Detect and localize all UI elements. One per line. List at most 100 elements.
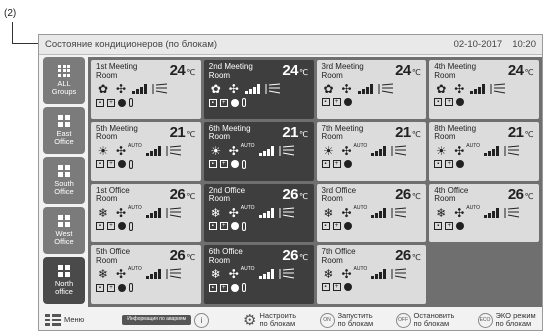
- temperature-value: 26: [282, 185, 299, 203]
- unit-tile[interactable]: 2nd Office Room 26℃ ❄ ✣ AUTO ▪ +: [203, 183, 314, 243]
- eco-icon: ECO: [477, 312, 493, 328]
- grid-icon: [58, 214, 70, 227]
- unit-tile[interactable]: 1st Meeting Room 24℃ ✿ ✣ ▪ +: [91, 60, 201, 119]
- power-on-icon: ON: [319, 312, 335, 328]
- unit-tile[interactable]: 5th Meeting Room 21℃ ☀ ✣ AUTO ▪ +: [91, 121, 201, 181]
- sidebar-item-east-office[interactable]: East Office: [43, 107, 85, 154]
- temperature-value: 26: [507, 185, 524, 203]
- status-dot-icon: [343, 221, 352, 230]
- unit-indicator-row: ▪ +: [434, 98, 465, 106]
- louver-direction-icon: [490, 83, 506, 94]
- unit-status-row: ✿ ✣: [96, 83, 169, 95]
- temperature-unit: ℃: [411, 68, 421, 77]
- unit-indicator-row: ▪ +: [208, 221, 246, 231]
- schedule-icon: +: [445, 98, 454, 106]
- unit-tile[interactable]: 6th Meeting Room 21℃ ☀ ✣ AUTO ▪ +: [203, 121, 314, 181]
- set-temperature: 24℃: [170, 63, 196, 81]
- fan-speed-icon: ✣: [454, 82, 465, 96]
- unit-indicator-row: ▪ +: [321, 98, 352, 106]
- unit-tile[interactable]: 3rd Meeting Room 24℃ ✿ ✣ ▪ +: [316, 60, 427, 119]
- louver-direction-icon: [378, 83, 393, 94]
- louver-direction-icon: [279, 145, 294, 156]
- schedule-icon: +: [107, 283, 115, 292]
- temperature-unit: ℃: [299, 129, 308, 139]
- info-icon[interactable]: i: [194, 312, 210, 328]
- unit-tile[interactable]: 7th Meeting Room 21℃ ☀ ✣ AUTO ▪ +: [316, 121, 427, 181]
- set-temperature: 26℃: [395, 248, 421, 266]
- unit-status-row: ❄ ✣ AUTO: [209, 205, 296, 220]
- schedule-icon: +: [219, 283, 228, 292]
- unit-indicator-row: ▪ +: [434, 159, 465, 168]
- fan-speed-icon: ✣: [341, 82, 352, 96]
- status-dot-icon: [118, 283, 126, 292]
- schedule-icon: +: [107, 98, 115, 107]
- unit-indicator-row: ▪ +: [208, 98, 246, 107]
- stop-by-block-button[interactable]: OFF Остановить по блокам: [395, 312, 464, 328]
- cool-mode-icon: ❄: [210, 267, 221, 282]
- temperature-value: 26: [169, 185, 186, 203]
- start-by-block-button[interactable]: ON Запустить по блокам: [319, 312, 382, 328]
- temperature-unit: ℃: [186, 68, 195, 77]
- unit-tile[interactable]: 8th Meeting Room 21℃ ☀ ✣ AUTO ▪ +: [429, 121, 539, 181]
- temperature-unit: ℃: [411, 253, 421, 263]
- unit-name: 7th Office Room: [321, 247, 356, 265]
- sidebar-item-all-groups[interactable]: ALL Groups: [43, 57, 85, 104]
- eco-mode-button[interactable]: ECO ЭКО режим по блокам: [477, 312, 543, 328]
- set-temperature: 21℃: [170, 124, 196, 143]
- schedule-icon: +: [332, 98, 341, 106]
- thermometer-icon: [129, 283, 133, 293]
- unit-tile[interactable]: 1st Office Room 26℃ ❄ ✣ AUTO ▪ +: [91, 183, 201, 243]
- grid-icon: [58, 164, 70, 177]
- louver-direction-icon: [152, 83, 168, 94]
- auto-badge-icon: AUTO: [466, 204, 481, 211]
- temperature-unit: ℃: [524, 129, 534, 139]
- temperature-unit: ℃: [524, 191, 534, 201]
- temperature-value: 26: [282, 247, 299, 265]
- status-dot-icon: [456, 221, 465, 230]
- filter-icon: ▪: [321, 221, 330, 230]
- status-dot-icon: [230, 283, 239, 292]
- set-temperature: 24℃: [282, 63, 308, 81]
- status-dot-icon: [343, 98, 352, 106]
- fan-speed-icon: ✣: [228, 205, 239, 220]
- fan-speed-icon: ✣: [228, 82, 239, 96]
- fan-speed-icon: ✣: [228, 267, 239, 282]
- temperature-value: 24: [395, 62, 411, 79]
- temperature-unit: ℃: [299, 68, 308, 77]
- configure-label: Настроить по блокам: [259, 311, 297, 328]
- sidebar-item-north-office[interactable]: North office: [43, 257, 85, 304]
- set-temperature: 24℃: [508, 63, 534, 81]
- fan-speed-icon: ✣: [341, 205, 352, 220]
- unit-tile-grid: 1st Meeting Room 24℃ ✿ ✣ ▪ +2nd Meeting Room 2…: [88, 57, 542, 307]
- unit-tile[interactable]: 5th Office Room 26℃ ❄ ✣ AUTO ▪ +: [91, 245, 201, 304]
- power-off-icon: OFF: [395, 312, 411, 328]
- filter-icon: ▪: [321, 98, 330, 106]
- menu-button[interactable]: Меню: [45, 314, 84, 326]
- temperature-unit: ℃: [299, 253, 308, 263]
- sidebar-item-west-office[interactable]: West Office: [43, 207, 85, 254]
- louver-direction-icon: [391, 145, 407, 156]
- fan-speed-icon: ✣: [454, 143, 465, 158]
- unit-name: 3rd Meeting Room: [321, 62, 364, 80]
- louver-direction-icon: [166, 207, 181, 218]
- sidebar-item-south-office[interactable]: South Office: [43, 157, 85, 204]
- unit-indicator-row: ▪ +: [96, 221, 133, 231]
- alarm-info-button[interactable]: Информация по авариям: [122, 315, 192, 325]
- configure-by-block-button[interactable]: ⚙ Настроить по блокам: [243, 312, 303, 328]
- status-dot-icon: [230, 222, 239, 230]
- temperature-value: 21: [507, 123, 524, 141]
- unit-tile[interactable]: 7th Office Room 26℃ ❄ ✣ AUTO ▪ +: [316, 245, 427, 304]
- unit-name: 4th Office Room: [434, 185, 469, 203]
- unit-tile[interactable]: 4th Meeting Room 24℃ ✿ ✣ ▪ +: [429, 60, 539, 119]
- louver-direction-icon: [391, 268, 407, 280]
- thermometer-icon: [241, 221, 246, 231]
- unit-tile[interactable]: 3rd Office Room 26℃ ❄ ✣ AUTO ▪ +: [316, 183, 427, 243]
- thermometer-icon: [241, 98, 246, 107]
- cool-mode-icon: ❄: [97, 267, 109, 282]
- unit-tile[interactable]: 6th Office Room 26℃ ❄ ✣ AUTO ▪ +: [203, 245, 314, 304]
- set-temperature: 26℃: [507, 185, 534, 205]
- unit-tile[interactable]: 4th Office Room 26℃ ❄ ✣ AUTO ▪ +: [429, 183, 539, 243]
- unit-name: 6th Meeting Room: [208, 123, 251, 142]
- fan-level-bars-icon: [357, 84, 373, 94]
- unit-tile[interactable]: 2nd Meeting Room 24℃ ✿ ✣ ▪ +: [203, 60, 314, 119]
